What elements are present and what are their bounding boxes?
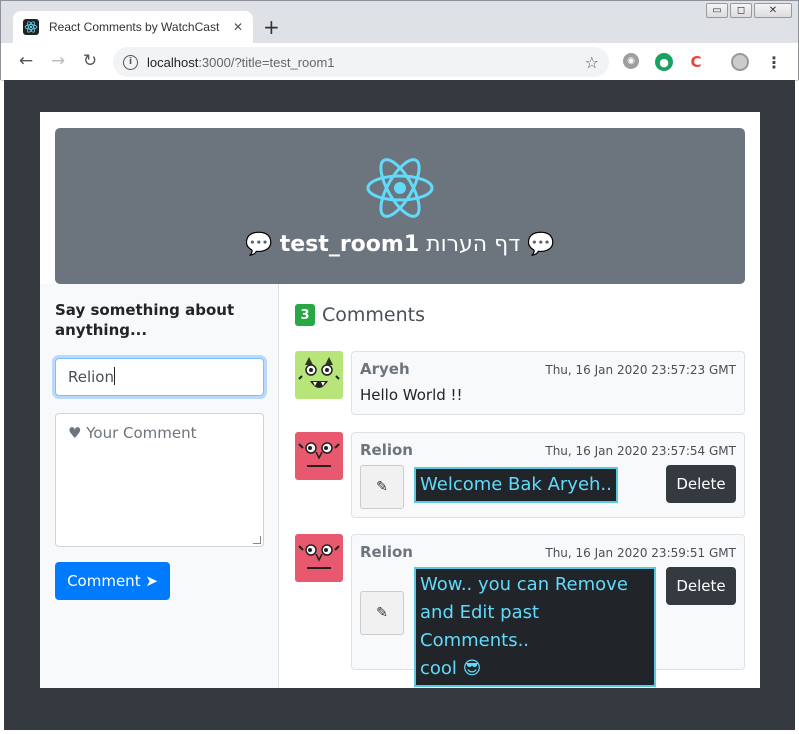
back-arrow-icon[interactable]: ← — [15, 51, 37, 71]
reload-icon[interactable]: ↻ — [79, 51, 101, 71]
extension-green-icon[interactable]: ● — [655, 53, 673, 71]
comment-author: Relion — [360, 441, 413, 459]
comments-heading: 3 Comments — [295, 304, 425, 326]
form-heading: Say something about anything... — [55, 301, 235, 339]
header-banner: 💬 test_room1 דף הערות 💬 — [55, 128, 745, 284]
react-logo-icon — [365, 156, 435, 225]
comment-placeholder: ♥ Your Comment — [68, 424, 197, 442]
browser-tab[interactable]: React Comments by WatchCast ✕ — [13, 11, 253, 43]
browser-chrome: ▭ ◻ ✕ React Comments by WatchCast ✕ + ← … — [0, 0, 799, 81]
comment-text: Hello World !! — [360, 386, 463, 404]
comments-heading-label: Comments — [322, 304, 425, 326]
comment-edit-text[interactable]: Welcome Bak Aryeh.. — [414, 467, 618, 503]
window-controls: ▭ ◻ ✕ — [706, 3, 792, 18]
comment-time: Thu, 16 Jan 2020 23:59:51 GMT — [545, 546, 736, 560]
comment-author: Relion — [360, 543, 413, 561]
delete-button[interactable]: Delete — [666, 465, 736, 503]
edit-pencil-button[interactable]: ✎ — [360, 465, 404, 509]
comment-item: Aryeh Thu, 16 Jan 2020 23:57:23 GMT Hell… — [295, 351, 745, 415]
green-monster-avatar — [295, 351, 343, 399]
pink-monster-avatar — [295, 534, 343, 582]
name-input[interactable]: Relion — [55, 358, 264, 396]
pink-monster-avatar — [295, 432, 343, 480]
close-window-button[interactable]: ✕ — [754, 3, 792, 18]
maximize-button[interactable]: ◻ — [730, 3, 752, 18]
comment-time: Thu, 16 Jan 2020 23:57:23 GMT — [545, 363, 736, 377]
comment-time: Thu, 16 Jan 2020 23:57:54 GMT — [545, 444, 736, 458]
page-viewport: 💬 test_room1 דף הערות 💬 Say something ab… — [4, 80, 795, 730]
tab-title: React Comments by WatchCast — [49, 20, 220, 34]
browser-toolbar: ← → ↻ i localhost:3000/?title=test_room1… — [1, 43, 798, 81]
comment-edit-text[interactable]: Wow.. you can Remove and Edit past Comme… — [414, 567, 656, 687]
address-bar[interactable]: i localhost:3000/?title=test_room1 ☆ — [113, 47, 609, 77]
comment-count-badge: 3 — [295, 304, 315, 326]
profile-avatar-icon[interactable] — [731, 53, 749, 71]
tab-close-icon[interactable]: ✕ — [233, 20, 243, 34]
comment-card: Aryeh Thu, 16 Jan 2020 23:57:23 GMT Hell… — [351, 351, 745, 415]
minimize-button[interactable]: ▭ — [706, 3, 728, 18]
delete-button[interactable]: Delete — [666, 567, 736, 605]
extension-c-icon[interactable]: C — [687, 53, 705, 71]
new-tab-button[interactable]: + — [263, 15, 280, 39]
comment-card: Relion Thu, 16 Jan 2020 23:57:54 GMT ✎ W… — [351, 432, 745, 518]
site-info-icon[interactable]: i — [123, 54, 138, 70]
page-title: 💬 test_room1 דף הערות 💬 — [245, 232, 555, 257]
comment-author: Aryeh — [360, 360, 410, 378]
extension-gray-icon[interactable]: ◉ — [623, 53, 639, 69]
comment-card: Relion Thu, 16 Jan 2020 23:59:51 GMT ✎ W… — [351, 534, 745, 687]
comment-item: Relion Thu, 16 Jan 2020 23:59:51 GMT ✎ W… — [295, 534, 745, 687]
edit-pencil-button[interactable]: ✎ — [360, 591, 404, 635]
comment-form-panel: Say something about anything... Relion ♥… — [40, 284, 279, 688]
menu-kebab-icon[interactable]: ⋮ — [765, 53, 783, 72]
url-text[interactable]: localhost:3000/?title=test_room1 — [147, 55, 585, 70]
app-container: 💬 test_room1 דף הערות 💬 Say something ab… — [40, 112, 760, 688]
react-favicon-icon — [23, 19, 39, 35]
forward-arrow-icon[interactable]: → — [47, 51, 69, 71]
comment-item: Relion Thu, 16 Jan 2020 23:57:54 GMT ✎ W… — [295, 432, 745, 518]
bookmark-star-icon[interactable]: ☆ — [585, 53, 599, 72]
comment-textarea[interactable]: ♥ Your Comment — [55, 413, 264, 547]
resize-handle-icon[interactable] — [253, 536, 261, 544]
comment-submit-button[interactable]: Comment ➤ — [55, 562, 170, 600]
